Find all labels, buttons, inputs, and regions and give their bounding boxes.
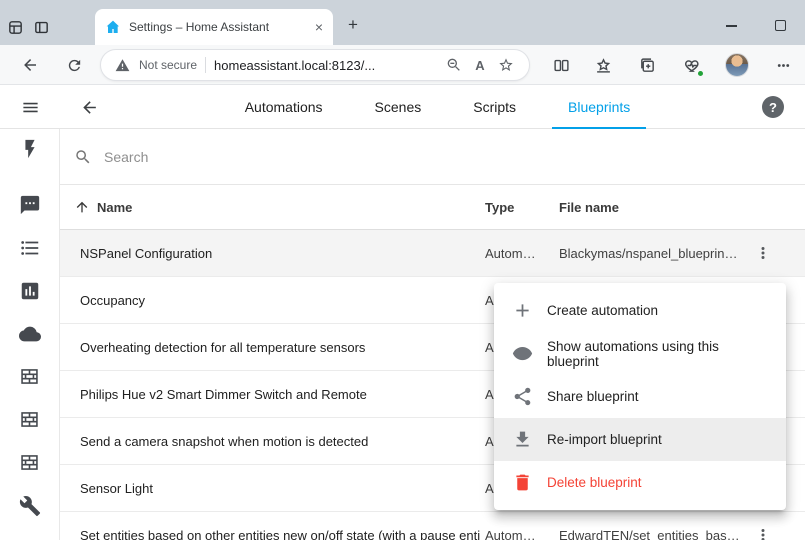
add-favorite-star-icon[interactable] — [497, 56, 515, 74]
tab-scripts[interactable]: Scripts — [447, 85, 542, 129]
tab-blueprints[interactable]: Blueprints — [542, 85, 656, 129]
app-sidebar — [0, 129, 60, 540]
sidebar-item-history[interactable] — [0, 269, 59, 312]
app-header: Automations Scenes Scripts Blueprints ? — [0, 85, 805, 129]
texture-box-icon — [19, 452, 40, 473]
read-aloud-icon[interactable]: A — [471, 56, 489, 74]
home-assistant-favicon — [105, 19, 121, 35]
menu-item-share-blueprint[interactable]: Share blueprint — [494, 375, 786, 418]
table-header: Name Type File name — [60, 185, 805, 230]
menu-item-label: Show automations using this blueprint — [547, 339, 768, 369]
assist-chat-icon — [19, 194, 41, 216]
zoom-out-icon[interactable] — [445, 56, 463, 74]
sort-ascending-arrow-icon[interactable] — [74, 199, 90, 215]
list-icon — [19, 237, 41, 259]
browser-tab[interactable]: Settings – Home Assistant × — [95, 9, 333, 45]
tab-automations[interactable]: Automations — [219, 85, 349, 129]
menu-item-delete-blueprint[interactable]: Delete blueprint — [494, 461, 786, 504]
menu-item-create-automation[interactable]: Create automation — [494, 289, 786, 332]
sidebar-item-assist[interactable] — [0, 183, 59, 226]
security-status-label: Not secure — [139, 58, 197, 72]
menu-item-label: Create automation — [547, 303, 658, 318]
texture-box-icon — [19, 366, 40, 387]
blueprint-name: Philips Hue v2 Smart Dimmer Switch and R… — [80, 371, 367, 418]
chart-box-icon — [19, 280, 41, 302]
browser-back-button[interactable] — [19, 54, 41, 76]
blueprint-section-tabs: Automations Scenes Scripts Blueprints — [180, 85, 695, 129]
tab-close-icon[interactable]: × — [315, 20, 323, 34]
sidebar-item-tools[interactable] — [0, 484, 59, 527]
split-screen-button[interactable] — [550, 54, 572, 76]
favorites-button[interactable] — [592, 54, 614, 76]
tab-scenes[interactable]: Scenes — [349, 85, 448, 129]
window-minimize-button[interactable] — [726, 25, 737, 27]
share-icon — [512, 386, 533, 407]
search-input[interactable] — [104, 149, 404, 165]
sidebar-item-integrations-1[interactable] — [0, 355, 59, 398]
blueprint-type: Autom… — [485, 512, 536, 540]
browser-toolbar: Not secure homeassistant.local:8123/... … — [0, 45, 805, 85]
blueprint-context-menu: Create automation Show automations using… — [494, 283, 786, 510]
help-button[interactable]: ? — [762, 96, 784, 118]
cloud-icon — [19, 323, 41, 345]
blueprint-file: EdwardTEN/set_entities_bas… — [559, 512, 740, 540]
menu-item-label: Share blueprint — [547, 389, 639, 404]
trash-icon — [512, 472, 533, 493]
sidebar-item-energy[interactable] — [0, 129, 59, 169]
sidebar-item-cloud[interactable] — [0, 312, 59, 355]
address-bar[interactable]: Not secure homeassistant.local:8123/... … — [100, 49, 530, 81]
blueprint-file: Blackymas/nspanel_blueprin… — [559, 230, 737, 277]
search-row — [60, 129, 805, 185]
eye-icon — [512, 343, 533, 364]
blueprint-type: Autom… — [485, 230, 536, 277]
settings-menu-button[interactable] — [772, 54, 794, 76]
column-header-file[interactable]: File name — [559, 185, 619, 230]
app-back-button[interactable] — [78, 96, 100, 118]
browser-essentials-button[interactable] — [681, 54, 703, 76]
table-row[interactable]: NSPanel Configuration Autom… Blackymas/n… — [60, 230, 805, 277]
menu-item-reimport-blueprint[interactable]: Re-import blueprint — [494, 418, 786, 461]
column-header-name[interactable]: Name — [97, 185, 132, 230]
refresh-button[interactable] — [63, 54, 85, 76]
search-icon — [74, 148, 92, 166]
profile-avatar[interactable] — [725, 53, 749, 77]
window-maximize-button[interactable] — [775, 20, 786, 31]
tab-actions-icon[interactable] — [30, 16, 52, 38]
workspaces-icon[interactable] — [4, 16, 26, 38]
address-divider — [205, 57, 206, 73]
not-secure-warning-icon[interactable] — [113, 56, 131, 74]
blueprint-name: Send a camera snapshot when motion is de… — [80, 418, 368, 465]
plus-icon — [512, 300, 533, 321]
table-row[interactable]: Set entities based on other entities new… — [60, 512, 805, 540]
url-text: homeassistant.local:8123/... — [214, 58, 437, 73]
sidebar-item-lists[interactable] — [0, 226, 59, 269]
column-header-type[interactable]: Type — [485, 185, 514, 230]
texture-box-icon — [19, 409, 40, 430]
new-tab-button[interactable]: + — [341, 13, 365, 37]
blueprint-name: Set entities based on other entities new… — [80, 512, 480, 540]
menu-item-show-automations[interactable]: Show automations using this blueprint — [494, 332, 786, 375]
download-icon — [512, 429, 533, 450]
sidebar-item-integrations-3[interactable] — [0, 441, 59, 484]
blueprint-name: Sensor Light — [80, 465, 153, 512]
row-overflow-menu-button[interactable] — [751, 241, 775, 265]
menu-item-label: Re-import blueprint — [547, 432, 662, 447]
row-overflow-menu-button[interactable] — [751, 523, 775, 540]
blueprint-name: NSPanel Configuration — [80, 230, 212, 277]
status-dot — [697, 70, 704, 77]
hamburger-menu-button[interactable] — [19, 96, 41, 118]
blueprint-name: Overheating detection for all temperatur… — [80, 324, 365, 371]
menu-item-label: Delete blueprint — [547, 475, 642, 490]
collections-button[interactable] — [636, 54, 658, 76]
sidebar-item-integrations-2[interactable] — [0, 398, 59, 441]
flash-icon — [19, 138, 41, 160]
wrench-icon — [19, 495, 41, 517]
blueprint-name: Occupancy — [80, 277, 145, 324]
browser-tab-strip: Settings – Home Assistant × + — [0, 0, 805, 45]
tab-title: Settings – Home Assistant — [129, 20, 307, 34]
